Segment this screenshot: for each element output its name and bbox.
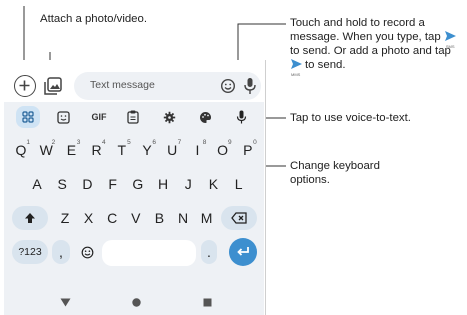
key-w[interactable]: W2 (35, 138, 57, 162)
emoji-key[interactable] (76, 240, 98, 264)
phone-screen: Text message GIF Q1W2 E 3 R 4 T 5 Y 6 U … (0, 60, 266, 315)
key-number-hint: 7 (177, 139, 182, 146)
record-annotation: Touch and hold to record a message. When… (290, 16, 464, 77)
key-t[interactable]: T5 (111, 138, 133, 162)
attach-annotation: Attach a photo/video. (40, 13, 148, 25)
keyboard-emoji-icon (81, 246, 93, 258)
key-i[interactable]: I8 (186, 138, 208, 162)
key-number-hint: 2 (51, 139, 56, 146)
key-e[interactable]: E3 (60, 138, 82, 162)
nav-home-icon[interactable] (132, 298, 141, 307)
key-f[interactable]: F (102, 172, 124, 196)
key-q[interactable]: Q1 (10, 138, 32, 162)
key-label: P (243, 142, 253, 158)
key-label: Q (15, 142, 27, 158)
shift-icon (25, 213, 35, 223)
symbols-key[interactable]: ?123 (12, 240, 48, 264)
key-j[interactable]: J (177, 172, 199, 196)
key-m[interactable]: M (196, 206, 218, 230)
key-label: Y (142, 142, 152, 158)
message-input-placeholder: Text message (90, 79, 155, 91)
key-a[interactable]: A (26, 172, 48, 196)
key-label: R (91, 142, 102, 158)
space-key[interactable] (102, 240, 196, 266)
backspace-icon (231, 212, 247, 224)
key-n[interactable]: N (172, 206, 194, 230)
key-r[interactable]: R4 (86, 138, 108, 162)
key-number-hint: 6 (152, 139, 156, 146)
key-label: U (167, 142, 178, 158)
emoji-icon[interactable] (220, 78, 236, 94)
palette-icon[interactable] (197, 106, 213, 128)
enter-icon (237, 247, 249, 256)
backspace-key[interactable] (221, 206, 257, 230)
key-p[interactable]: P0 (237, 138, 259, 162)
compose-bar: Text message (14, 72, 262, 102)
add-icon[interactable] (14, 75, 36, 97)
nav-back-icon[interactable] (60, 298, 71, 307)
key-number-hint: 5 (127, 139, 131, 146)
key-label: T (117, 142, 127, 158)
key-number-hint: 1 (26, 139, 30, 146)
enter-key[interactable] (229, 238, 257, 266)
key-label: E (66, 142, 77, 158)
keyboard: GIF Q1W2E3R4T5Y6U7I8O9P0 ASDFGHJKL ZXCVB… (4, 102, 264, 315)
voice-annotation: Tap to use voice-to-text. (290, 112, 411, 124)
key-l[interactable]: L (228, 172, 250, 196)
key-number-hint: 0 (253, 139, 257, 146)
key-label: O (217, 142, 229, 158)
key-number-hint: 3 (76, 139, 81, 146)
sticker-icon[interactable] (55, 106, 71, 128)
key-number-hint: 8 (202, 139, 207, 146)
sms-send-icon: SMS (444, 31, 459, 49)
key-u[interactable]: U7 (161, 138, 183, 162)
apps-grid-icon[interactable] (16, 106, 40, 128)
shift-key[interactable] (12, 206, 48, 230)
keyboard-mic-icon[interactable] (233, 106, 249, 128)
key-z[interactable]: Z (54, 206, 76, 230)
key-b[interactable]: B (148, 206, 170, 230)
key-d[interactable]: D (76, 172, 98, 196)
gallery-icon[interactable] (42, 75, 64, 97)
settings-icon[interactable] (161, 106, 177, 128)
key-c[interactable]: C (101, 206, 123, 230)
period-key[interactable]: . (201, 240, 217, 264)
key-label: I (195, 142, 200, 158)
clipboard-icon[interactable] (125, 106, 141, 128)
key-number-hint: 4 (101, 139, 106, 146)
nav-recents-icon[interactable] (203, 298, 212, 307)
key-number-hint: 9 (227, 139, 232, 146)
mic-icon[interactable] (243, 77, 257, 95)
navigation-bar (4, 289, 264, 315)
key-k[interactable]: K (202, 172, 224, 196)
key-g[interactable]: G (127, 172, 149, 196)
key-s[interactable]: S (51, 172, 73, 196)
keyboard-options-annotation: Change keyboard options. (290, 160, 380, 186)
comma-key[interactable]: , (52, 240, 70, 264)
key-v[interactable]: V (125, 206, 147, 230)
gif-button[interactable]: GIF (88, 106, 110, 128)
key-y[interactable]: Y6 (136, 138, 158, 162)
mms-send-icon: MMS (290, 59, 305, 77)
key-o[interactable]: O9 (212, 138, 234, 162)
key-h[interactable]: H (152, 172, 174, 196)
message-input[interactable]: Text message (74, 72, 261, 100)
key-x[interactable]: X (78, 206, 100, 230)
